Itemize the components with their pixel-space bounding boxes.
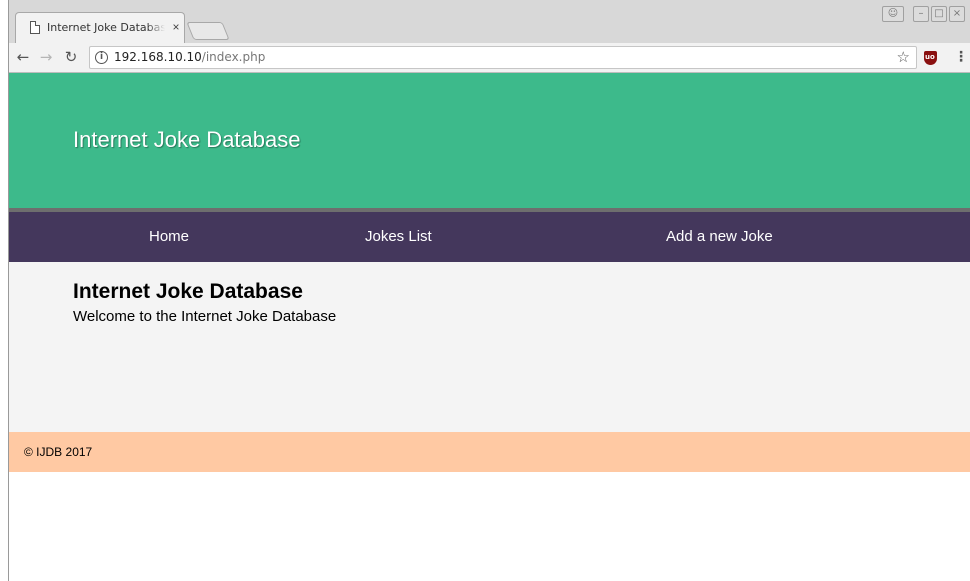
address-bar[interactable]: i 192.168.10.10/index.php ☆ <box>89 46 917 69</box>
profile-button[interactable]: ☺ <box>882 6 904 22</box>
minimize-button[interactable]: – <box>913 6 929 22</box>
nav-link-jokes-list[interactable]: Jokes List <box>365 228 432 245</box>
welcome-text: Welcome to the Internet Joke Database <box>73 308 337 325</box>
new-tab-button[interactable] <box>186 22 230 40</box>
url-path: /index.php <box>201 50 266 64</box>
ublock-icon[interactable] <box>924 51 937 65</box>
site-header: Internet Joke Database <box>9 73 970 212</box>
url-host: 192.168.10.10 <box>114 50 202 64</box>
info-icon[interactable]: i <box>95 51 108 64</box>
browser-toolbar: ← → ↻ i 192.168.10.10/index.php ☆ ⋮ <box>9 43 970 73</box>
close-icon: × <box>952 8 962 19</box>
star-icon[interactable]: ☆ <box>897 48 910 66</box>
browser-window: Internet Joke Databas × ☺ – □ × ← → ↻ i … <box>8 0 970 581</box>
maximize-icon: □ <box>934 8 944 19</box>
site-nav: Home Jokes List Add a new Joke <box>9 212 970 262</box>
tab-title: Internet Joke Databas <box>47 21 165 34</box>
close-window-button[interactable]: × <box>949 6 965 22</box>
footer-copyright: © IJDB 2017 <box>24 445 93 459</box>
reload-icon[interactable]: ↻ <box>63 49 79 65</box>
site-title: Internet Joke Database <box>73 127 301 152</box>
web-page: Internet Joke Database Home Jokes List A… <box>9 73 970 581</box>
minimize-icon: – <box>918 8 924 19</box>
nav-link-home[interactable]: Home <box>149 228 189 245</box>
profile-icon: ☺ <box>887 8 899 19</box>
nav-link-add-joke[interactable]: Add a new Joke <box>666 228 773 245</box>
maximize-button[interactable]: □ <box>931 6 947 22</box>
url-text[interactable]: 192.168.10.10/index.php <box>114 50 265 64</box>
forward-icon[interactable]: → <box>38 49 54 65</box>
back-icon[interactable]: ← <box>15 49 31 65</box>
kebab-menu-icon[interactable]: ⋮ <box>954 49 968 65</box>
site-footer: © IJDB 2017 <box>9 432 970 472</box>
tab-strip: Internet Joke Databas × ☺ – □ × <box>9 0 970 43</box>
main-content: Internet Joke Database Welcome to the In… <box>9 262 970 432</box>
close-tab-icon[interactable]: × <box>170 20 182 34</box>
browser-tab[interactable]: Internet Joke Databas × <box>15 12 185 43</box>
page-heading: Internet Joke Database <box>73 280 303 303</box>
page-icon <box>30 21 40 34</box>
